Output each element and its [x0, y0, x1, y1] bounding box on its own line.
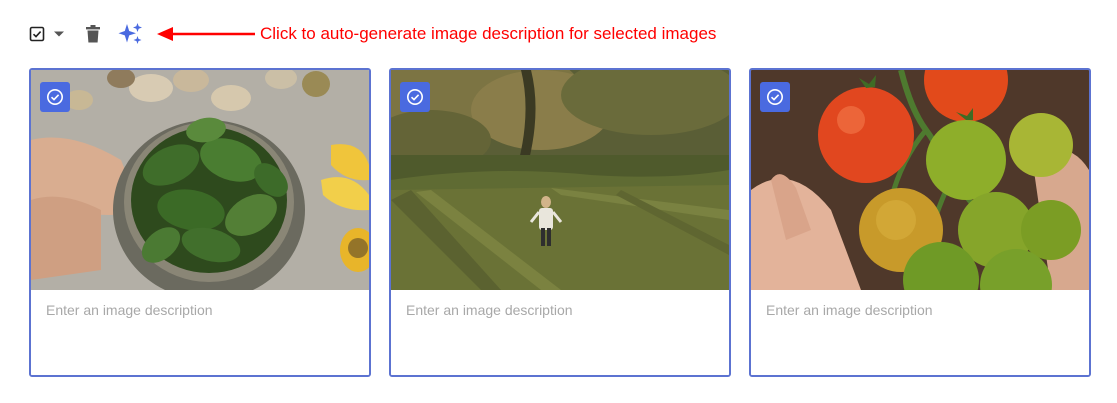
- image-card[interactable]: [389, 68, 731, 377]
- image-toolbar: Click to auto-generate image description…: [29, 22, 1109, 46]
- card-image: [751, 70, 1089, 290]
- select-options-dropdown[interactable]: [53, 29, 65, 39]
- card-image: [391, 70, 729, 290]
- selected-check-badge[interactable]: [760, 82, 790, 112]
- caret-down-icon: [54, 31, 64, 37]
- checkbox-checked-icon: [29, 26, 45, 42]
- sparkle-icon: [118, 23, 142, 44]
- image-card[interactable]: [29, 68, 371, 377]
- trash-icon: [86, 25, 100, 43]
- image-description-input[interactable]: [391, 290, 729, 375]
- card-image: [31, 70, 369, 290]
- selected-check-badge[interactable]: [400, 82, 430, 112]
- check-circle-icon: [767, 89, 783, 105]
- image-card[interactable]: [749, 68, 1091, 377]
- image-description-input[interactable]: [31, 290, 369, 375]
- image-description-input[interactable]: [751, 290, 1089, 375]
- callout-arrow: [157, 27, 255, 41]
- selected-check-badge[interactable]: [40, 82, 70, 112]
- check-circle-icon: [407, 89, 423, 105]
- check-circle-icon: [47, 89, 63, 105]
- generate-description-button[interactable]: [118, 22, 144, 46]
- select-all-checkbox[interactable]: [29, 26, 45, 42]
- callout-text: Click to auto-generate image description…: [260, 24, 717, 43]
- delete-button[interactable]: [84, 24, 102, 44]
